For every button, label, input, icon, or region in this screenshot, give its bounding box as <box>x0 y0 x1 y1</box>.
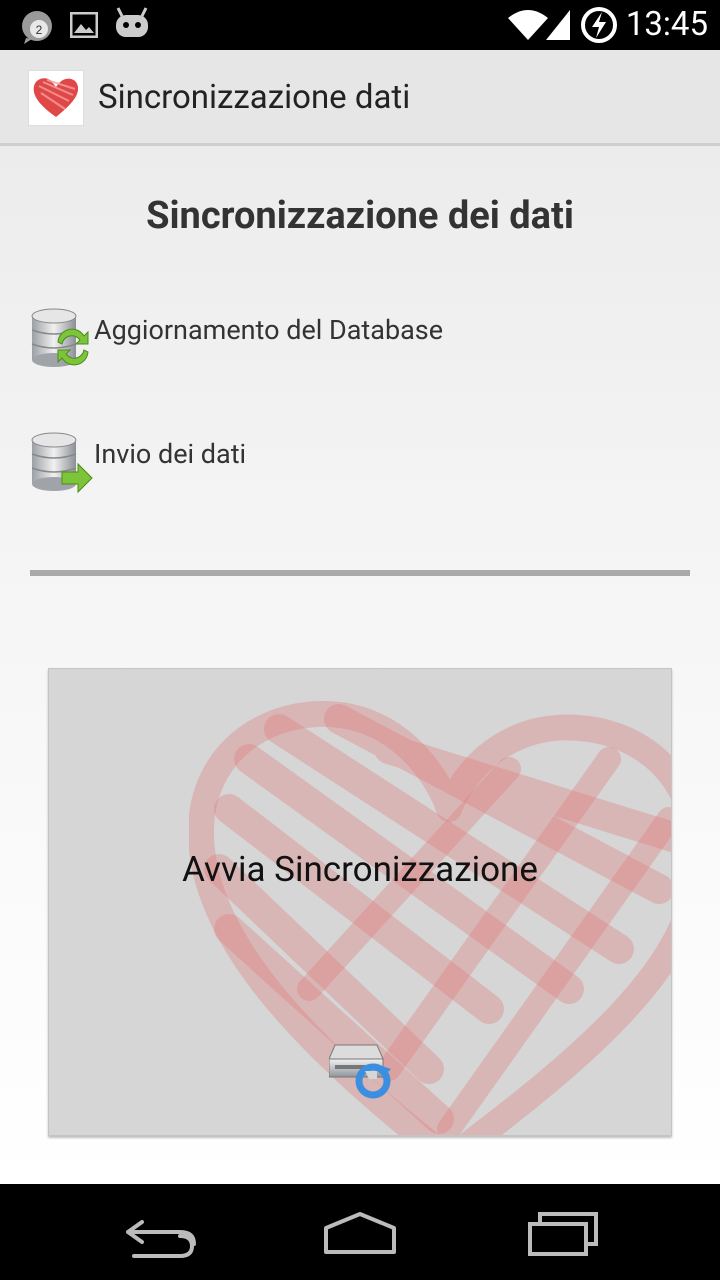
status-time: 13:45 <box>625 5 708 44</box>
status-bar: 2 13:45 <box>0 0 720 50</box>
main-content: Sincronizzazione dei dati Aggiornamento … <box>0 146 720 1184</box>
signal-icon <box>544 8 572 42</box>
database-send-icon <box>30 430 94 494</box>
row-label-database-update: Aggiornamento del Database <box>94 314 444 346</box>
action-bar-title: Sincronizzazione dati <box>98 78 411 117</box>
drive-sync-icon <box>328 1035 395 1101</box>
battery-charging-icon <box>580 6 618 44</box>
image-notification-icon <box>69 11 99 39</box>
row-label-send-data: Invio dei dati <box>94 438 247 470</box>
start-sync-button[interactable]: Avvia Sincronizzazione <box>48 668 672 1136</box>
page-title: Sincronizzazione dei dati <box>146 194 574 238</box>
navigation-bar <box>0 1184 720 1280</box>
start-sync-label: Avvia Sincronizzazione <box>182 849 538 890</box>
action-bar: Sincronizzazione dati <box>0 50 720 146</box>
heart-background-icon <box>189 700 671 1135</box>
notification-count: 2 <box>36 23 43 37</box>
chat-notification-icon: 2 <box>18 8 56 46</box>
separator <box>30 570 690 576</box>
database-sync-icon <box>30 306 94 370</box>
back-icon[interactable] <box>120 1204 200 1260</box>
recents-icon[interactable] <box>524 1204 604 1260</box>
home-icon[interactable] <box>320 1204 400 1260</box>
heart-app-icon[interactable] <box>28 70 84 126</box>
android-debug-icon <box>112 6 152 40</box>
